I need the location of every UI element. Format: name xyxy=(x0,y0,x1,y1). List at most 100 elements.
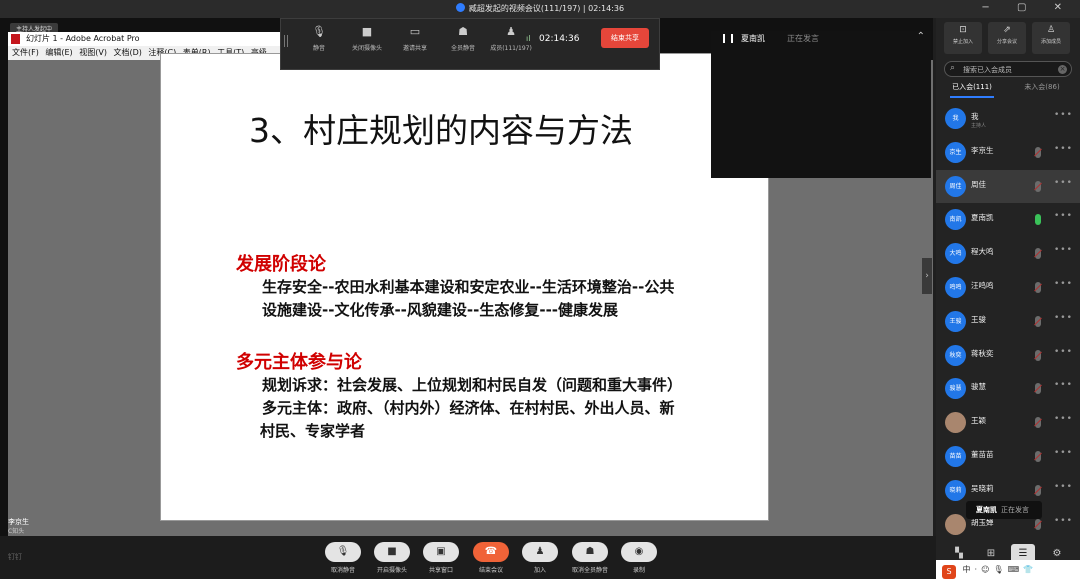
dingtalk-logo: 钉钉 xyxy=(8,553,22,561)
tab-not-joined[interactable]: 未入会(86) xyxy=(1012,82,1072,92)
window-title-bar: 臧超发起的视频会议(111/197) | 02:14:36 − ▢ ✕ xyxy=(0,0,1080,18)
microphone-muted-icon[interactable] xyxy=(1035,349,1041,361)
signal-icon: ıl xyxy=(526,34,531,43)
participant-row[interactable]: 王骏 王骏 ••• xyxy=(936,305,1080,339)
expand-panel-button[interactable]: › xyxy=(922,258,932,294)
participant-row[interactable]: 大鸣 程大鸣 ••• xyxy=(936,237,1080,271)
lock-meeting-button[interactable]: ⊡ 禁止加入 xyxy=(944,22,982,54)
window-controls[interactable]: − ▢ ✕ xyxy=(981,2,1074,13)
screen-share-icon: ▭ xyxy=(409,25,421,38)
more-options-icon[interactable]: ••• xyxy=(1054,245,1073,255)
more-options-icon[interactable]: ••• xyxy=(1054,313,1073,323)
microphone-muted-icon[interactable] xyxy=(1035,315,1041,327)
avatar: 大鸣 xyxy=(945,243,966,265)
participant-row[interactable]: 我我主持人 ••• xyxy=(936,102,1080,136)
more-options-icon[interactable]: ••• xyxy=(1054,211,1073,221)
search-icon: ⌕ xyxy=(950,63,956,73)
participant-name: 王颖 xyxy=(971,416,986,426)
microphone-muted-icon[interactable] xyxy=(1035,484,1041,496)
panel-actions: ⊡ 禁止加入 ⇗ 分享会议 ♙ 添加成员 xyxy=(936,18,1080,58)
participant-name: 程大鸣 xyxy=(971,247,994,257)
participant-row[interactable]: 京生 李京生 ••• xyxy=(936,136,1080,170)
end-share-button[interactable]: 结束共享 xyxy=(601,28,649,48)
avatar: 周佳 xyxy=(945,175,966,197)
more-options-icon[interactable]: ••• xyxy=(1054,482,1073,492)
microphone-muted-icon: 🎙 xyxy=(325,542,361,562)
microphone-active-icon[interactable] xyxy=(1035,214,1041,226)
clear-search-icon[interactable]: × xyxy=(1058,65,1067,74)
more-options-icon[interactable]: ••• xyxy=(1054,414,1073,424)
microphone-muted-icon[interactable] xyxy=(1035,248,1041,260)
sogou-ime-icon[interactable]: S xyxy=(942,565,956,579)
presentation-slide: 3、村庄规划的内容与方法 发展阶段论 生存安全--农田水利基本建设和安定农业--… xyxy=(160,53,769,521)
add-member-button[interactable]: ♙ 添加成员 xyxy=(1032,22,1070,54)
participant-row[interactable]: 鸣鸣 汪鸣鸣 ••• xyxy=(936,271,1080,305)
microphone-muted-icon[interactable] xyxy=(1035,518,1041,530)
more-options-icon[interactable]: ••• xyxy=(1054,448,1073,458)
record-button[interactable]: ◉ 录制 xyxy=(609,542,669,574)
avatar: 南凯 xyxy=(945,209,966,231)
slide-title: 3、村庄规划的内容与方法 xyxy=(249,111,633,150)
participant-name: 吴晓莉 xyxy=(971,483,994,493)
add-user-icon: ♙ xyxy=(1046,25,1056,35)
person-icon: ♟ xyxy=(506,25,516,38)
avatar: 秋奕 xyxy=(945,344,966,366)
microphone-muted-icon[interactable] xyxy=(1035,281,1041,293)
collapse-icon[interactable]: ⌃ xyxy=(917,31,925,42)
avatar: 晓莉 xyxy=(945,479,966,501)
invite-share-button[interactable]: ▭ 邀请共享 xyxy=(390,25,440,52)
mute-all-button[interactable]: ☗ 全员静音 xyxy=(438,25,488,52)
more-options-icon[interactable]: ••• xyxy=(1054,279,1073,289)
system-tray: S 中·☺🎙⌨👕 xyxy=(936,560,1080,579)
slide-heading-multi-actor: 多元主体参与论 xyxy=(236,352,362,373)
slide-body-multi-actor: 规划诉求：社会发展、上位规划和村民自发（问题和重大事件） 多元主体：政府、（村内… xyxy=(260,374,683,443)
add-person-icon: ♟ xyxy=(522,542,558,562)
share-meeting-button[interactable]: ⇗ 分享会议 xyxy=(988,22,1026,54)
slide-line: 规划诉求：社会发展、上位规划和村民自发（问题和重大事件） xyxy=(262,376,683,394)
window-title: 臧超发起的视频会议(111/197) | 02:14:36 xyxy=(0,3,1080,14)
more-options-icon[interactable]: ••• xyxy=(1054,178,1073,188)
member-search-input[interactable]: ⌕ 搜索已入会成员 × xyxy=(944,61,1072,77)
microphone-muted-icon[interactable] xyxy=(1035,417,1041,429)
more-options-icon[interactable]: ••• xyxy=(1054,144,1073,154)
microphone-muted-icon[interactable] xyxy=(1035,383,1041,395)
microphone-muted-icon[interactable] xyxy=(1035,146,1041,158)
camera-icon: ■ xyxy=(361,25,373,38)
more-options-icon[interactable]: ••• xyxy=(1054,347,1073,357)
participant-row[interactable]: 周佳 周佳 ••• xyxy=(936,169,1080,204)
search-placeholder: 搜索已入会成员 xyxy=(963,66,1012,74)
speaking-tooltip: 夏南凯 正在发言 xyxy=(966,501,1042,519)
lock-icon: ⊡ xyxy=(959,25,967,35)
slide-line: 多元主体：政府、（村内外）经济体、在村村民、外出人员、新 xyxy=(262,399,675,417)
hang-up-icon: ☎ xyxy=(473,542,509,562)
bottom-control-bar: 钉钉 🎙 取消静音 ■ 开启摄像头 ▣ 共享窗口 ☎ 结束会议 ♟ 加入 ☗ 取消全员静音 … xyxy=(0,536,936,579)
group-icon: ☗ xyxy=(458,25,468,38)
group-unmute-icon: ☗ xyxy=(572,542,608,562)
tab-joined[interactable]: 已入会(111) xyxy=(942,82,1002,92)
meeting-timer: 02:14:36 xyxy=(539,34,580,44)
participant-name: 汪鸣鸣 xyxy=(971,280,994,290)
meeting-toolbar: 🎙 静音 ■ 关闭摄像头 ▭ 邀请共享 ☗ 全员静音 ♟ 成员(111/197) ıl 0… xyxy=(280,18,660,70)
participant-name: 李京生 xyxy=(971,145,994,155)
participant-name: 董苗苗 xyxy=(971,449,994,459)
participant-row[interactable]: 王颖 ••• xyxy=(936,406,1080,440)
participant-row[interactable]: 秋奕 蒋秋奕 ••• xyxy=(936,339,1080,373)
participant-row[interactable]: 骏慧 骏慧 ••• xyxy=(936,372,1080,406)
participant-row[interactable]: 苗苗 董苗苗 ••• xyxy=(936,440,1080,474)
drag-handle-icon[interactable] xyxy=(284,35,288,47)
more-options-icon[interactable]: ••• xyxy=(1054,380,1073,390)
microphone-muted-icon[interactable] xyxy=(1035,180,1041,192)
more-options-icon[interactable]: ••• xyxy=(1054,110,1073,120)
camera-off-button[interactable]: ■ 关闭摄像头 xyxy=(342,25,392,52)
microphone-muted-icon[interactable] xyxy=(1035,450,1041,462)
avatar: 骏慧 xyxy=(945,378,966,400)
more-options-icon[interactable]: ••• xyxy=(1054,516,1073,526)
mute-button[interactable]: 🎙 静音 xyxy=(294,25,344,52)
participants-panel: ⊡ 禁止加入 ⇗ 分享会议 ♙ 添加成员 ⌕ 搜索已入会成员 × 已入会(111) 未… xyxy=(936,18,1080,579)
participant-row[interactable]: 南凯 夏南凯 ••• xyxy=(936,203,1080,237)
participant-name: 夏南凯 xyxy=(971,213,994,223)
member-tabs: 已入会(111) 未入会(86) xyxy=(936,82,1080,98)
avatar xyxy=(945,513,966,535)
participant-name: 蒋秋奕 xyxy=(971,348,994,358)
avatar: 苗苗 xyxy=(945,445,966,467)
